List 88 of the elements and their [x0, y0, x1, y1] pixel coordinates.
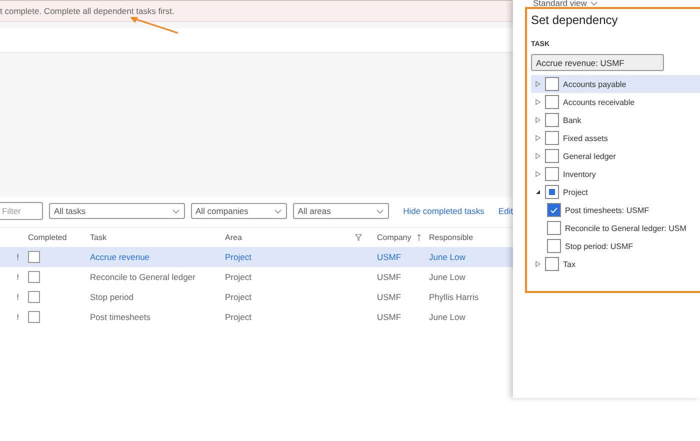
toolbar-link[interactable]: Hide completed tasks	[403, 206, 484, 216]
expand-icon[interactable]	[535, 81, 541, 87]
column-header[interactable]: Area	[225, 233, 355, 242]
table-cell-text: Accrue revenue	[90, 252, 151, 262]
dropdown[interactable]: All tasks	[49, 203, 184, 219]
dropdown[interactable]: All areas	[292, 203, 390, 219]
tree-item[interactable]: General ledger	[531, 147, 700, 165]
view-selector[interactable]: Standard view	[533, 0, 598, 8]
checkbox[interactable]	[545, 149, 559, 163]
checkbox[interactable]	[545, 131, 559, 145]
tree-label: Accounts receivable	[563, 98, 635, 106]
filter-field[interactable]: Filter	[0, 202, 43, 220]
table-cell-text: June Low	[429, 252, 466, 262]
tree-item[interactable]: Fixed assets	[531, 129, 700, 147]
toolbar-link[interactable]: Edit	[498, 206, 513, 216]
checkbox[interactable]	[547, 221, 561, 235]
filter-icon[interactable]	[355, 234, 362, 241]
priority-mark: !	[16, 292, 20, 302]
checkbox[interactable]	[545, 77, 559, 91]
tree-label: Fixed assets	[563, 134, 608, 142]
collapse-icon[interactable]	[535, 189, 541, 195]
tree-item[interactable]: Accounts receivable	[531, 93, 700, 111]
checkbox[interactable]	[545, 95, 559, 109]
tree-label: General ledger	[563, 152, 616, 160]
tree-label: Tax	[563, 260, 576, 268]
expand-icon[interactable]	[535, 135, 541, 141]
chevron-down-icon	[274, 208, 282, 214]
tree-label: Bank	[563, 116, 582, 124]
checkbox[interactable]	[545, 113, 559, 127]
table-cell-text: June Low	[429, 272, 466, 282]
column-header[interactable]: Company	[377, 233, 417, 242]
tree-label: Post timesheets: USMF	[565, 206, 650, 214]
table-cell-text: Project	[225, 292, 252, 302]
table-cell-text: USMF	[377, 272, 402, 282]
chevron-down-icon	[172, 208, 180, 214]
sort-arrow-icon[interactable]	[417, 234, 421, 241]
expand-icon[interactable]	[535, 171, 541, 177]
checkbox[interactable]	[545, 167, 559, 181]
task-field[interactable]: Accrue revenue: USMF	[531, 54, 664, 71]
tree-item[interactable]: Reconcile to General ledger: USM	[531, 219, 700, 237]
tree-label: Project	[563, 188, 588, 196]
tree-label: Inventory	[563, 170, 596, 178]
checkbox[interactable]	[547, 203, 561, 217]
tree-item[interactable]: Tax	[531, 255, 700, 273]
table-row[interactable]: ! Accrue revenue Project USMF June Low	[0, 247, 513, 267]
tree-label: Stop period: USMF	[565, 242, 634, 250]
table-cell-text: Project	[225, 312, 252, 322]
priority-mark: !	[16, 272, 20, 282]
expand-icon[interactable]	[535, 117, 541, 123]
column-header[interactable]: Completed	[28, 233, 90, 242]
tree-label: Accounts payable	[563, 80, 626, 88]
table-cell-text: USMF	[377, 292, 402, 302]
checkbox[interactable]	[547, 239, 561, 253]
dropdown[interactable]: All companies	[190, 203, 287, 219]
checkbox[interactable]	[545, 185, 559, 199]
priority-mark: !	[16, 312, 20, 322]
checkbox[interactable]	[28, 291, 40, 303]
expand-icon[interactable]	[535, 99, 541, 105]
checkbox[interactable]	[28, 271, 40, 283]
column-header[interactable]: Task	[90, 233, 225, 242]
checkbox[interactable]	[545, 257, 559, 271]
tree-item[interactable]: Project	[531, 183, 700, 201]
table-cell-text: Project	[225, 252, 252, 262]
chevron-down-icon	[376, 208, 384, 214]
tree-label: Reconcile to General ledger: USM	[565, 224, 686, 232]
table-cell-text: Reconcile to General ledger	[90, 272, 196, 282]
tree-item[interactable]: Stop period: USMF	[531, 237, 700, 255]
checkmark-icon	[550, 206, 558, 214]
priority-mark: !	[16, 252, 20, 262]
table-cell-text: USMF	[377, 312, 402, 322]
table-cell-text: Phyllis Harris	[429, 292, 480, 302]
checkbox[interactable]	[28, 251, 40, 263]
expand-icon[interactable]	[535, 261, 541, 267]
tree-item[interactable]: Inventory	[531, 165, 700, 183]
panel-title: Set dependency	[531, 13, 619, 27]
expand-icon[interactable]	[535, 153, 541, 159]
table-cell-text: Project	[225, 272, 252, 282]
table-cell-text: June Low	[429, 312, 466, 322]
table-cell-text: Post timesheets	[90, 312, 152, 322]
column-header[interactable]: Responsible	[429, 233, 489, 242]
table-cell-text: Stop period	[90, 292, 134, 302]
chevron-down-icon	[590, 0, 598, 6]
tree-item[interactable]: Bank	[531, 111, 700, 129]
tree-item[interactable]: Accounts payable	[531, 75, 700, 93]
error-message: t complete. Complete all dependent tasks first.	[0, 6, 174, 16]
table-cell-text: USMF	[377, 252, 402, 262]
tree-item[interactable]: Post timesheets: USMF	[531, 201, 700, 219]
checkbox[interactable]	[28, 311, 40, 323]
